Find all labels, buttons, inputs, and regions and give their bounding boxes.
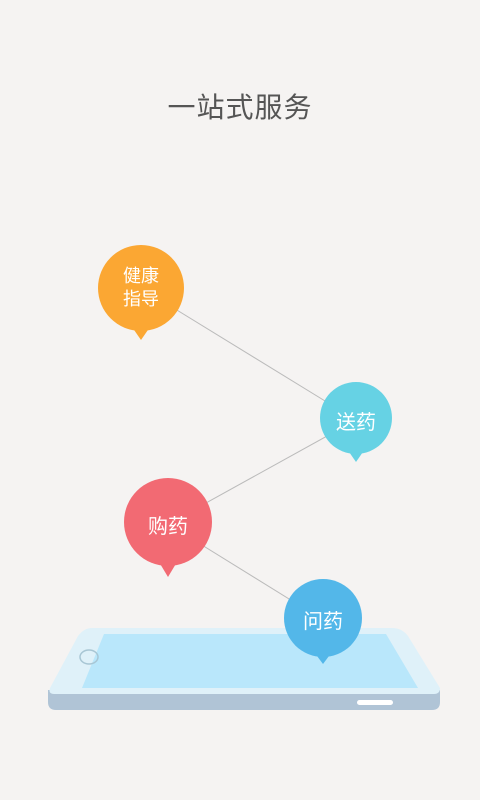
- phone-speaker: [357, 700, 393, 705]
- bubble-buy-label: 购药: [148, 514, 188, 538]
- phone-illustration: [48, 628, 440, 710]
- bubble-health-label: 健康 指导: [98, 265, 184, 311]
- service-illustration: [48, 245, 440, 710]
- bubble-ask-label: 问药: [303, 609, 343, 633]
- bubble-health-line2: 指导: [123, 289, 159, 310]
- bubble-delivery-label: 送药: [336, 410, 376, 434]
- bubble-health-line1: 健康: [123, 266, 159, 287]
- connector-lines: [140, 287, 357, 621]
- phone-screen: [82, 634, 418, 688]
